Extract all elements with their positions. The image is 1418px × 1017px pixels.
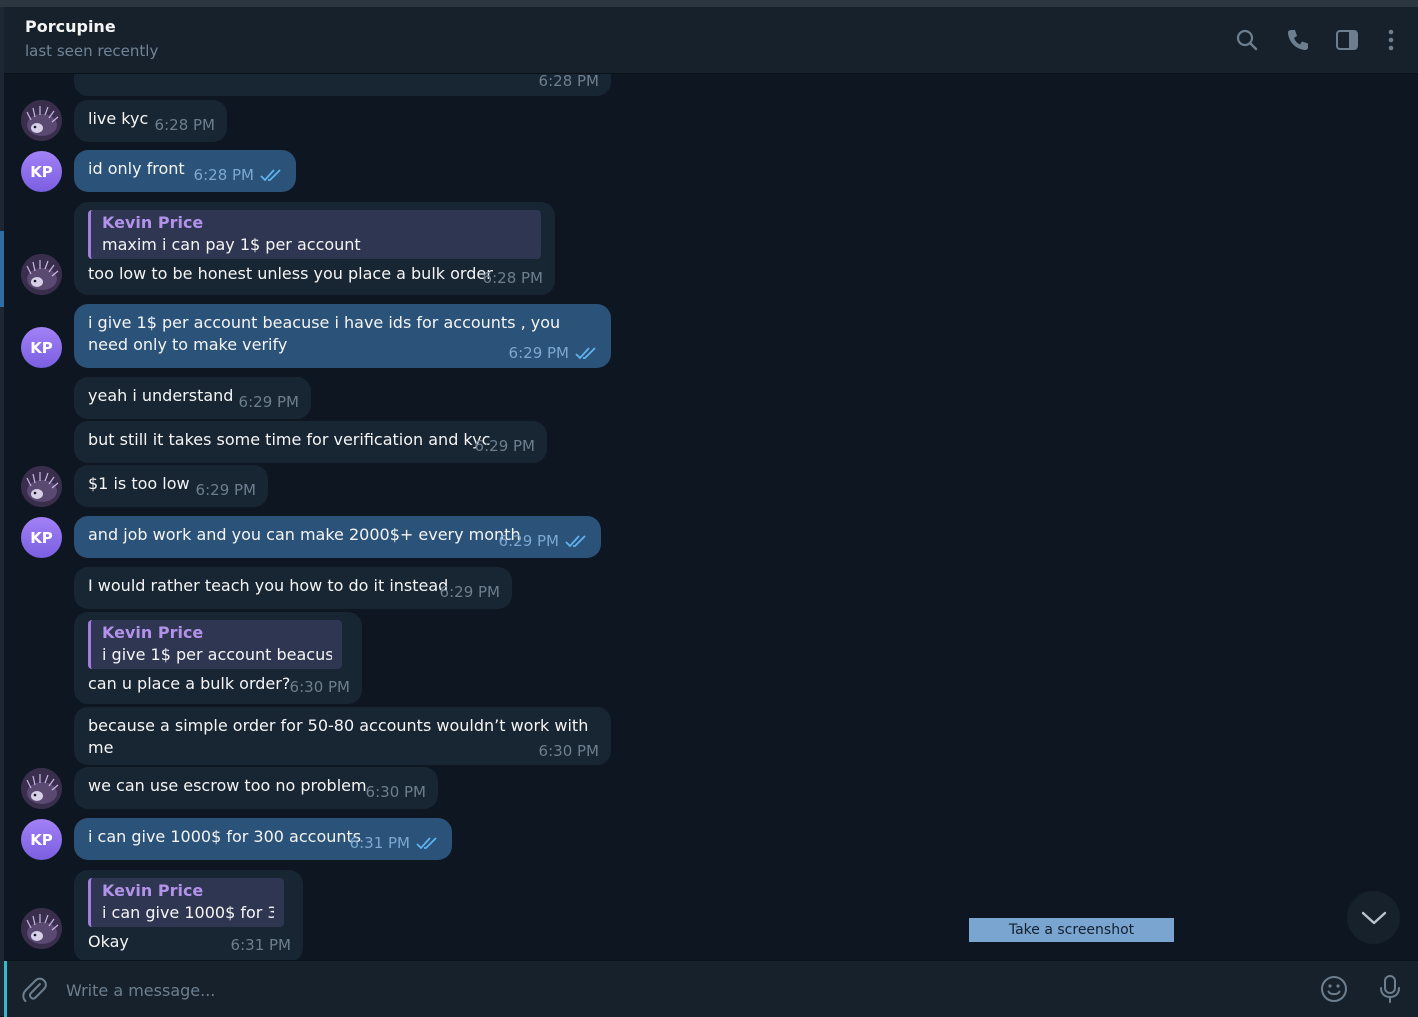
reply-author: Kevin Price: [102, 623, 204, 642]
emoji-icon[interactable]: [1320, 975, 1348, 1003]
search-icon[interactable]: [1234, 27, 1260, 53]
message-bubble[interactable]: live kyc 6:28 PM: [74, 100, 227, 142]
read-ticks-icon: [565, 535, 586, 548]
message-time: 6:31 PM: [230, 936, 291, 954]
message-time: 6:29 PM: [195, 481, 256, 499]
contact-avatar[interactable]: [21, 768, 62, 809]
message-bubble[interactable]: Kevin Price maxim i can pay 1$ per accou…: [74, 202, 555, 295]
message-bubble[interactable]: because a simple order for 50-80 account…: [74, 707, 611, 765]
message-text: i can give 1000$ for 300 accounts: [88, 827, 362, 846]
message-time: 6:29 PM: [238, 393, 299, 411]
my-avatar[interactable]: KP: [21, 517, 62, 558]
message-time: 6:28 PM: [154, 116, 215, 134]
message-bubble[interactable]: Kevin Price i give 1$ per account beacus…: [74, 612, 362, 704]
contact-avatar[interactable]: [21, 254, 62, 295]
message-time: 6:28 PM: [482, 269, 543, 287]
message-text: can u place a bulk order?: [88, 674, 291, 693]
contact-avatar[interactable]: [21, 466, 62, 507]
message-time: 6:30 PM: [289, 678, 350, 696]
reply-text: maxim i can pay 1$ per account: [102, 235, 361, 254]
message-time: 6:28 PM: [193, 166, 254, 184]
reply-text: i give 1$ per account beacuse ...: [102, 645, 332, 664]
message-time: 6:28 PM: [538, 74, 599, 90]
my-avatar[interactable]: KP: [21, 151, 62, 192]
message-text: too low to be honest unless you place a …: [88, 264, 493, 283]
reply-quote[interactable]: Kevin Price maxim i can pay 1$ per accou…: [88, 210, 541, 259]
message-bubble[interactable]: I would rather teach you how to do it in…: [74, 567, 512, 609]
chevron-down-icon: [1361, 911, 1386, 924]
message-time: 6:31 PM: [349, 834, 410, 852]
chat-status: last seen recently: [25, 42, 159, 60]
read-ticks-icon: [260, 169, 281, 182]
message-text: Okay: [88, 932, 129, 951]
message-text: I would rather teach you how to do it in…: [88, 576, 449, 595]
paperclip-icon[interactable]: [20, 975, 48, 1003]
message-text: and job work and you can make 2000$+ eve…: [88, 525, 521, 544]
contact-avatar[interactable]: [21, 100, 62, 141]
message-time: 6:30 PM: [538, 742, 599, 760]
take-screenshot-button[interactable]: Take a screenshot: [969, 918, 1174, 942]
my-avatar[interactable]: KP: [21, 327, 62, 368]
message-text: $1 is too low: [88, 474, 190, 493]
message-bubble[interactable]: we can use escrow too no problem 6:30 PM: [74, 767, 438, 809]
message-bubble[interactable]: 6:28 PM: [74, 74, 611, 96]
message-text: we can use escrow too no problem: [88, 776, 367, 795]
more-vertical-icon[interactable]: [1378, 27, 1404, 53]
message-time: 6:29 PM: [508, 344, 569, 362]
message-time: 6:29 PM: [474, 437, 535, 455]
phone-icon[interactable]: [1285, 27, 1311, 53]
message-text: yeah i understand: [88, 386, 234, 405]
reply-text: i can give 1000$ for 30...: [102, 903, 274, 922]
microphone-icon[interactable]: [1376, 974, 1404, 1004]
scroll-to-bottom-button[interactable]: [1347, 891, 1400, 944]
chat-title[interactable]: Porcupine: [25, 17, 116, 36]
reply-author: Kevin Price: [102, 881, 204, 900]
message-input[interactable]: [64, 975, 1268, 1005]
message-text: because a simple order for 50-80 account…: [88, 716, 589, 757]
reply-quote[interactable]: Kevin Price i give 1$ per account beacus…: [88, 620, 342, 669]
message-bubble[interactable]: Kevin Price i can give 1000$ for 30... O…: [74, 870, 303, 960]
reply-quote[interactable]: Kevin Price i can give 1000$ for 30...: [88, 878, 284, 927]
message-meta: 6:28 PM: [194, 166, 284, 184]
read-ticks-icon: [416, 837, 437, 850]
message-time: 6:29 PM: [498, 532, 559, 550]
message-meta: 6:29 PM: [499, 532, 589, 550]
message-bubble-outgoing[interactable]: i can give 1000$ for 300 accounts 6:31 P…: [74, 818, 452, 860]
message-text: live kyc: [88, 109, 149, 128]
sidebar-toggle-icon[interactable]: [1334, 27, 1360, 53]
chat-header: Porcupine last seen recently: [4, 7, 1418, 74]
window-top-strip: [0, 0, 1418, 7]
my-avatar[interactable]: KP: [21, 819, 62, 860]
composer-accent: [4, 961, 7, 1017]
contact-avatar[interactable]: [21, 908, 62, 949]
message-bubble[interactable]: $1 is too low 6:29 PM: [74, 465, 268, 507]
message-time: 6:29 PM: [439, 583, 500, 601]
read-ticks-icon: [575, 347, 596, 360]
message-time: 6:30 PM: [365, 783, 426, 801]
message-bubble[interactable]: but still it takes some time for verific…: [74, 421, 547, 463]
message-composer: [4, 960, 1418, 1017]
message-text: i give 1$ per account beacuse i have ids…: [88, 313, 561, 354]
message-meta: 6:29 PM: [509, 344, 599, 362]
message-text: id only front: [88, 159, 185, 178]
message-bubble-outgoing[interactable]: id only front 6:28 PM: [74, 150, 296, 192]
message-bubble[interactable]: yeah i understand 6:29 PM: [74, 377, 311, 419]
message-text: but still it takes some time for verific…: [88, 430, 491, 449]
message-list[interactable]: 6:28 PM live kyc 6:28 PM KP id only fron…: [4, 74, 1418, 960]
message-meta: 6:31 PM: [350, 834, 440, 852]
reply-author: Kevin Price: [102, 213, 204, 232]
message-bubble-outgoing[interactable]: and job work and you can make 2000$+ eve…: [74, 516, 601, 558]
message-bubble-outgoing[interactable]: i give 1$ per account beacuse i have ids…: [74, 304, 611, 368]
